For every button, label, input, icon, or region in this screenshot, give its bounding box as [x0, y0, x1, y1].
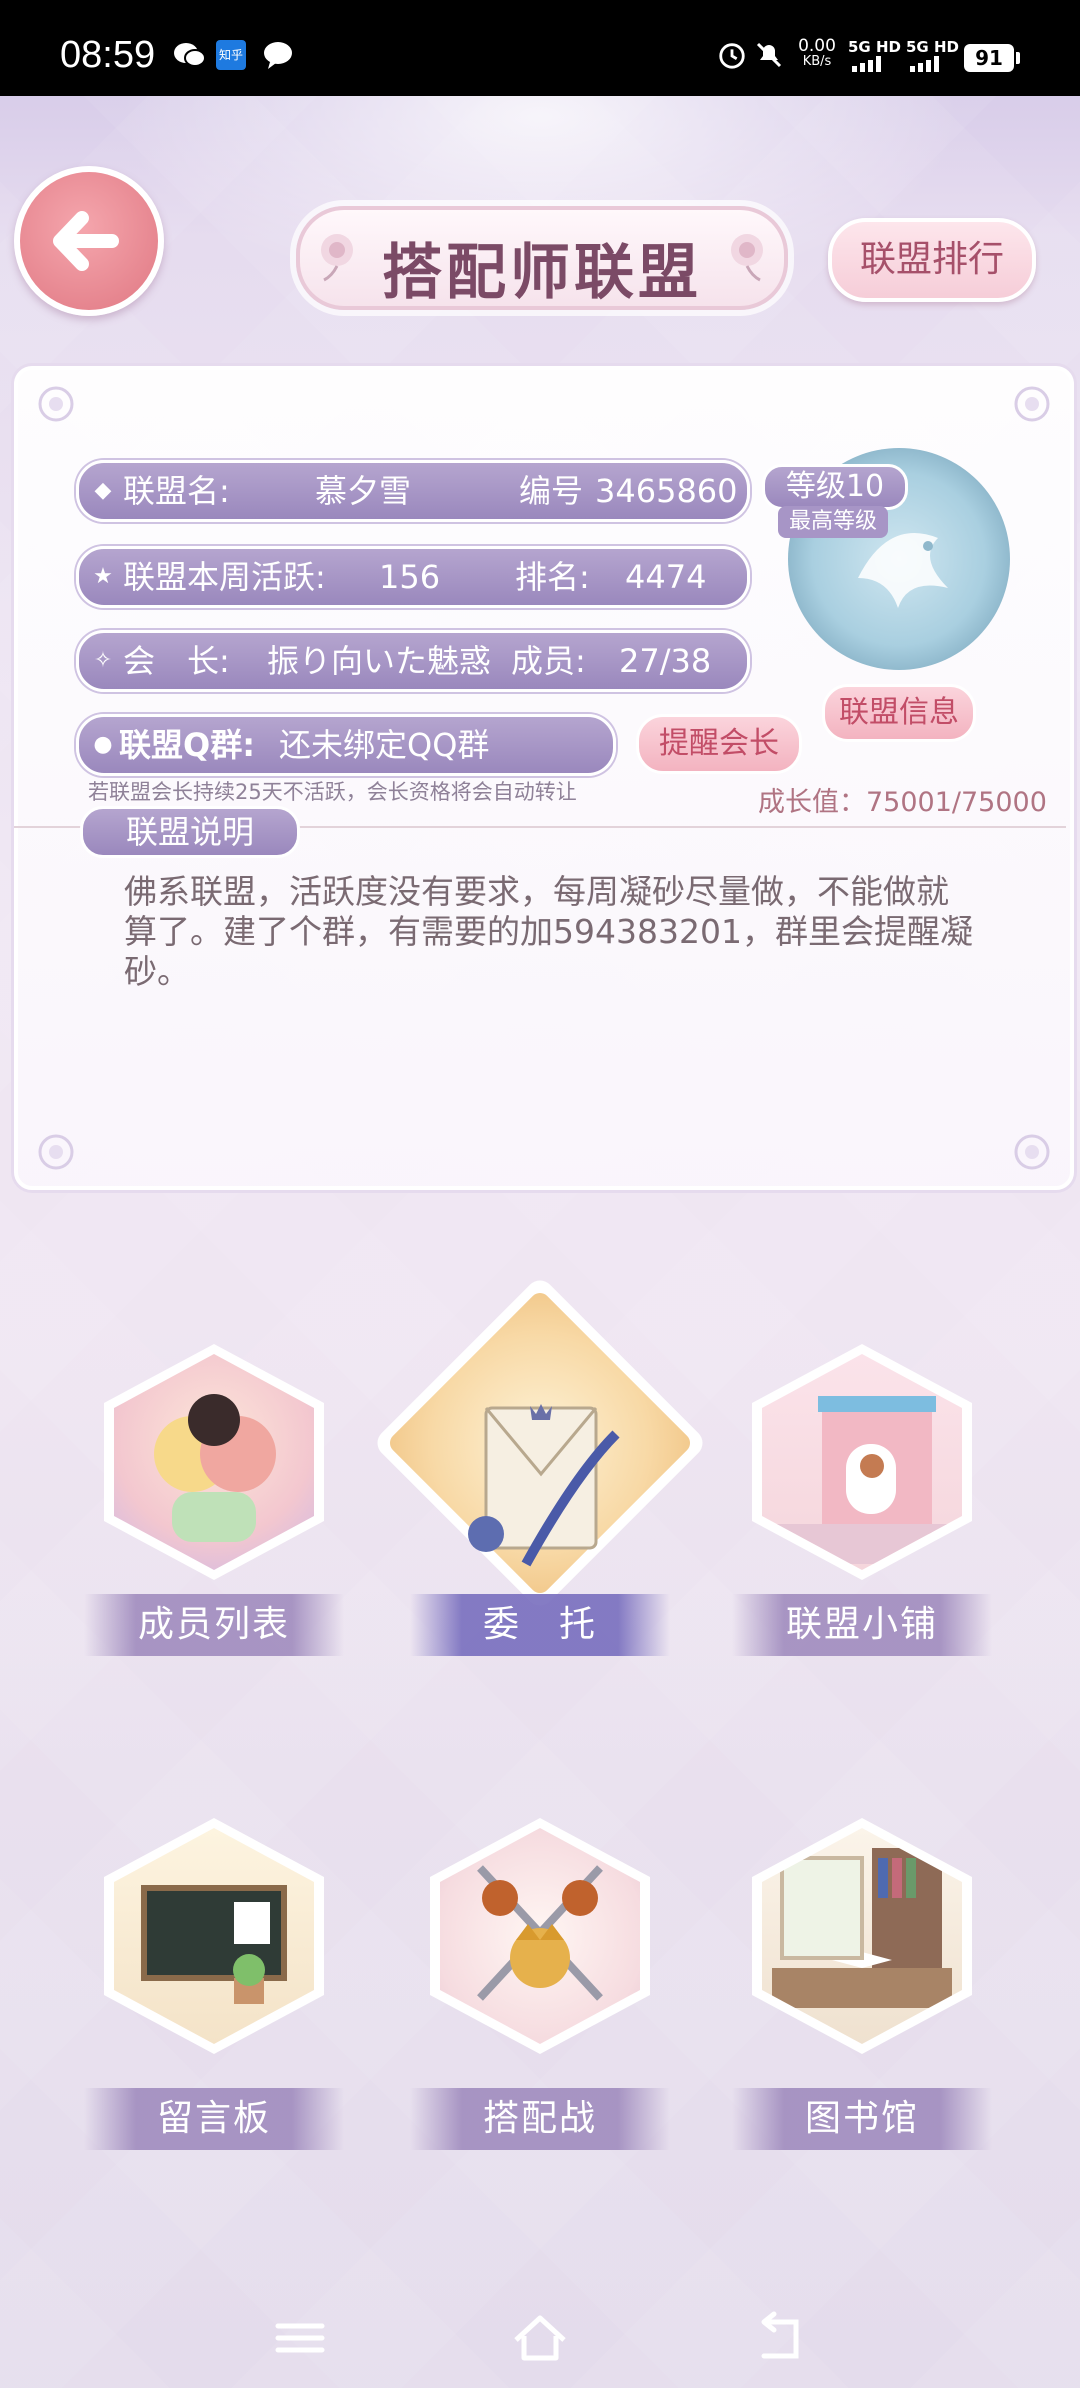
message-icon — [264, 42, 292, 69]
menu-battle[interactable]: 搭配战 — [380, 1818, 700, 2178]
message-board-icon — [104, 1818, 324, 2054]
menu-members[interactable]: 成员列表 — [54, 1344, 374, 1704]
menu-message-board[interactable]: 留言板 — [54, 1818, 374, 2178]
system-nav-bar — [0, 2290, 1080, 2388]
zhihu-icon: 知乎 — [216, 40, 246, 70]
activity-value: 156 — [379, 558, 441, 596]
alliance-id-label: 编号 — [519, 472, 584, 510]
menu-label: 联盟小铺 — [732, 1594, 992, 1656]
sparkle-icon: ✧ — [93, 648, 113, 673]
level-badge: 等级10 — [762, 464, 908, 510]
title-banner: 搭配师联盟 — [296, 206, 788, 310]
leader-value: 振り向いた魅惑 — [267, 642, 492, 680]
menu-label: 图书馆 — [732, 2088, 992, 2150]
members-icon — [104, 1344, 324, 1580]
leader-transfer-hint: 若联盟会长持续25天不活跃，会长资格将会自动转让 — [88, 780, 577, 804]
menu-label: 委 托 — [410, 1594, 670, 1656]
alliance-name-value: 慕夕雪 — [315, 472, 412, 510]
flower-corner-icon — [1014, 1134, 1050, 1170]
activity-label: 联盟本周活跃: — [123, 558, 326, 596]
library-icon — [752, 1818, 972, 2054]
menu-label: 留言板 — [84, 2088, 344, 2150]
signal-1: 5G HD — [848, 38, 901, 76]
page-title: 搭配师联盟 — [382, 238, 702, 308]
net-speed: 0.00 KB/s — [798, 36, 836, 70]
qq-icon: ● — [93, 732, 113, 757]
menu-label: 搭配战 — [410, 2088, 670, 2150]
menu-label: 成员列表 — [84, 1594, 344, 1656]
status-time: 08:59 — [60, 34, 156, 76]
back-icon[interactable] — [750, 2310, 810, 2366]
mute-icon — [756, 42, 782, 68]
flower-corner-icon — [1014, 386, 1050, 422]
rank-value: 4474 — [625, 558, 707, 596]
battery-tip — [1016, 52, 1020, 64]
description-text: 佛系联盟，活跃度没有要求，每周凝砂尽量做，不能做就算了。建了个群，有需要的加59… — [124, 872, 973, 991]
growth-value: 成长值：75001/75000 — [758, 787, 1047, 818]
back-button[interactable] — [14, 166, 164, 316]
rose-ornament-icon — [731, 234, 763, 282]
description-title: 联盟说明 — [80, 806, 300, 858]
arrow-left-icon — [53, 211, 119, 271]
alliance-id-value: 3465860 — [595, 472, 738, 510]
star-icon: ★ — [93, 564, 113, 589]
qq-label: 联盟Q群: — [119, 726, 256, 764]
menu-icon[interactable] — [270, 2310, 330, 2366]
battle-crest-icon — [430, 1818, 650, 2054]
alliance-info-button[interactable]: 联盟信息 — [822, 684, 976, 742]
leader-label: 会 长: — [123, 642, 230, 680]
shop-icon — [752, 1344, 972, 1580]
remind-leader-button[interactable]: 提醒会长 — [636, 714, 802, 774]
signal-bars-icon — [910, 56, 939, 72]
menu-commission[interactable]: 委 托 — [371, 1274, 709, 1704]
status-bar: 08:59 知乎 0.00 KB/s 5G HD 5G HD 91 — [0, 0, 1080, 96]
menu-shop[interactable]: 联盟小铺 — [702, 1344, 1022, 1704]
members-label: 成员: — [511, 642, 586, 680]
alliance-activity-row: ★ 联盟本周活跃: 156 排名: 4474 — [76, 546, 750, 608]
menu-library[interactable]: 图书馆 — [702, 1818, 1022, 2178]
wechat-icon — [174, 43, 206, 67]
alliance-name-label: 联盟名: — [123, 472, 230, 510]
shield-icon: ◆ — [94, 478, 112, 503]
members-value: 27/38 — [619, 642, 712, 680]
qq-value: 还未绑定QQ群 — [279, 726, 490, 764]
alliance-qq-row: ● 联盟Q群: 还未绑定QQ群 — [76, 714, 616, 776]
alliance-leader-row: ✧ 会 长: 振り向いた魅惑 成员: 27/38 — [76, 630, 750, 692]
flower-corner-icon — [38, 1134, 74, 1170]
rank-label: 排名: — [515, 558, 590, 596]
quill-icon — [468, 1404, 620, 1567]
home-icon[interactable] — [510, 2310, 570, 2366]
flower-corner-icon — [38, 386, 74, 422]
battery-indicator: 91 — [964, 44, 1014, 72]
alliance-name-row: ◆ 联盟名: 慕夕雪 编号 3465860 — [76, 460, 750, 522]
signal-bars-icon — [852, 56, 881, 72]
alarm-icon — [719, 43, 745, 69]
max-level-badge: 最高等级 — [778, 506, 888, 538]
alliance-ranking-button[interactable]: 联盟排行 — [828, 218, 1036, 302]
signal-2: 5G HD — [906, 38, 959, 76]
